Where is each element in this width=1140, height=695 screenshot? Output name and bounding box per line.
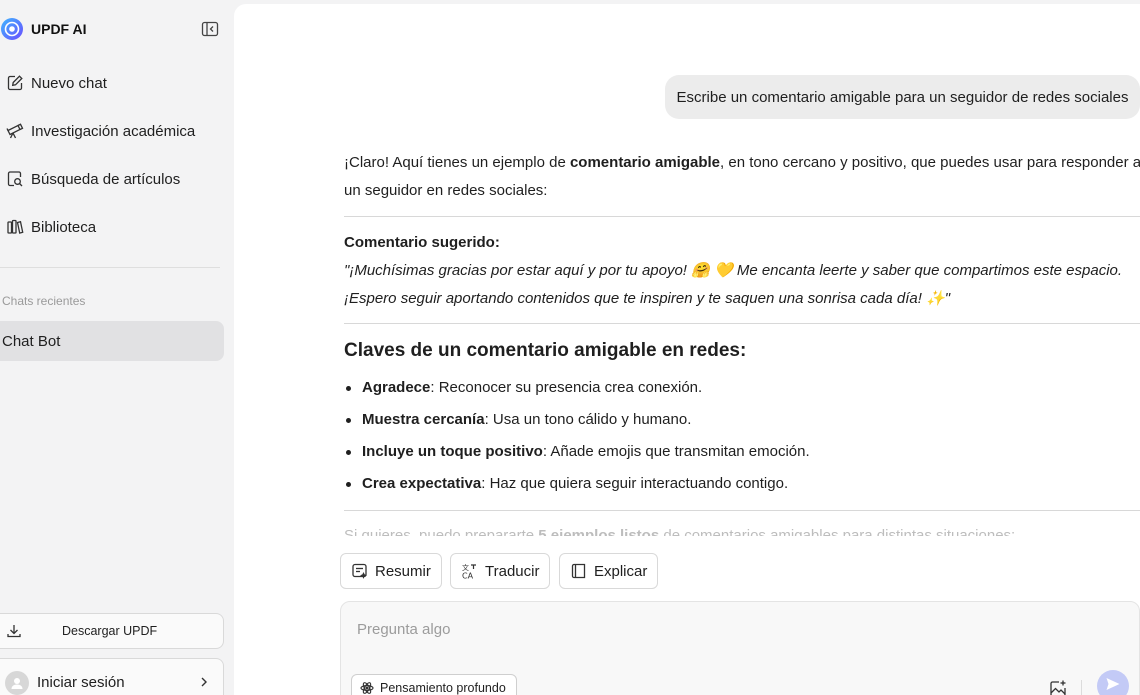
library-icon: [4, 216, 26, 238]
tips-list: Agradece: Reconocer su presencia crea co…: [344, 375, 1140, 503]
explain-label: Explicar: [594, 562, 648, 580]
avatar: [5, 671, 29, 695]
telescope-icon: [4, 120, 26, 142]
sidebar-item-label: Biblioteca: [31, 218, 97, 236]
send-button[interactable]: [1097, 670, 1129, 695]
user-message: Escribe un comentario amigable para un s…: [665, 75, 1140, 119]
new-chat-icon: [4, 72, 26, 94]
translate-button[interactable]: 文 CA Traducir: [450, 553, 551, 589]
list-item: Incluye un toque positivo: Añade emojis …: [344, 439, 1140, 471]
sidebar-item-library[interactable]: Biblioteca: [0, 211, 224, 243]
list-item: Crea expectativa: Haz que quiera seguir …: [344, 471, 1140, 503]
brand[interactable]: UPDF AI: [0, 16, 234, 42]
svg-text:CA: CA: [462, 572, 474, 581]
sidebar-collapse-icon[interactable]: [201, 20, 219, 38]
sidebar-divider: [0, 267, 220, 268]
brand-title: UPDF AI: [31, 21, 87, 37]
image-add-icon[interactable]: [1047, 678, 1069, 695]
explain-button[interactable]: Explicar: [559, 553, 659, 589]
chevron-right-icon: [198, 675, 210, 692]
summarize-label: Resumir: [375, 562, 431, 580]
answer-intro: ¡Claro! Aquí tienes un ejemplo de coment…: [344, 154, 1140, 199]
composer-separator: [1081, 680, 1082, 695]
suggested-comment: "¡Muchísimas gracias por estar aquí y po…: [344, 262, 1123, 307]
sidebar-item-label: Investigación académica: [31, 122, 196, 140]
updf-logo-icon: [0, 17, 24, 41]
sidebar-item-article-search[interactable]: Búsqueda de artículos: [0, 163, 224, 195]
answer-divider: [344, 323, 1140, 324]
login-button[interactable]: Iniciar sesión: [0, 658, 224, 695]
list-item: Muestra cercanía: Usa un tono cálido y h…: [344, 407, 1140, 439]
book-icon: [570, 562, 588, 580]
translate-icon: 文 CA: [461, 562, 479, 580]
deep-thinking-label: Pensamiento profundo: [380, 681, 506, 695]
document-search-icon: [4, 168, 26, 190]
answer-divider: [344, 510, 1140, 511]
download-updf-button[interactable]: Descargar UPDF: [0, 613, 224, 649]
sidebar-item-label: Búsqueda de artículos: [31, 170, 181, 188]
suggested-label: Comentario sugerido:: [344, 234, 500, 251]
deep-thinking-toggle[interactable]: Pensamiento profundo: [351, 674, 517, 695]
answer-overflow-text: Si quieres, puedo prepararte 5 ejemplos …: [344, 527, 1016, 536]
sidebar-item-new-chat[interactable]: Nuevo chat: [0, 67, 224, 99]
summarize-icon: [351, 562, 369, 580]
list-item: Agradece: Reconocer su presencia crea co…: [344, 375, 1140, 407]
translate-label: Traducir: [485, 562, 540, 580]
download-icon: [6, 623, 22, 639]
chat-input[interactable]: [357, 618, 957, 640]
recent-chats-heading: Chats recientes: [2, 294, 86, 308]
assistant-answer: ¡Claro! Aquí tienes un ejemplo de coment…: [344, 149, 1140, 511]
sidebar: UPDF AI Nuevo chat Investigación académi…: [0, 0, 234, 695]
answer-heading: Claves de un comentario amigable en rede…: [344, 340, 747, 361]
composer: Pensamiento profundo: [340, 601, 1140, 695]
recent-chat-item[interactable]: Chat Bot: [0, 321, 224, 361]
answer-divider: [344, 216, 1140, 217]
chat-panel: Escribe un comentario amigable para un s…: [234, 4, 1140, 695]
sidebar-item-label: Nuevo chat: [31, 74, 107, 92]
atom-icon: [360, 681, 374, 695]
sidebar-item-academic-research[interactable]: Investigación académica: [0, 115, 224, 147]
send-icon: [1105, 676, 1121, 695]
summarize-button[interactable]: Resumir: [340, 553, 442, 589]
download-label: Descargar UPDF: [62, 624, 158, 638]
login-label: Iniciar sesión: [37, 674, 125, 691]
